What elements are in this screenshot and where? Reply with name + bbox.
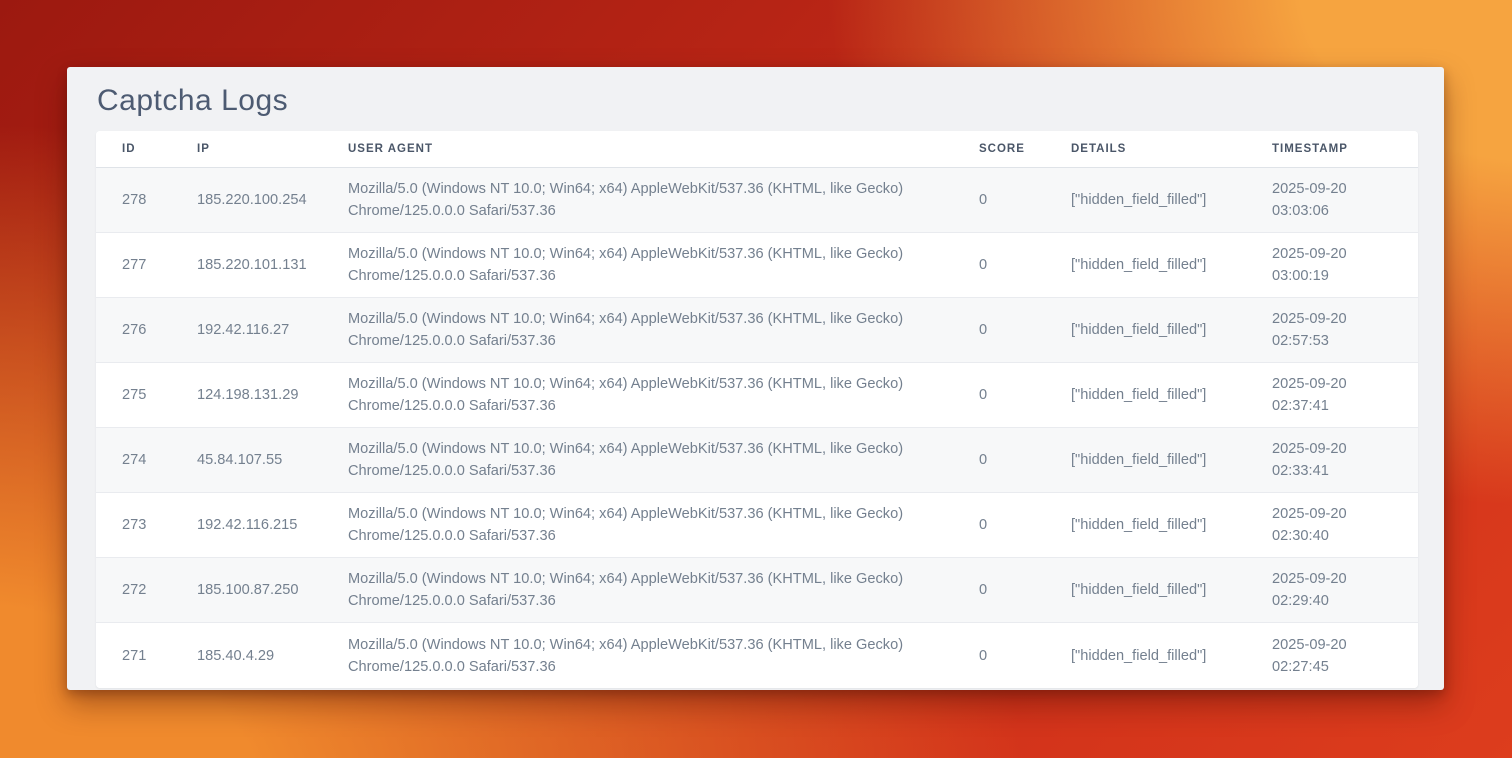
- cell-details: ["hidden_field_filled"]: [1045, 623, 1246, 688]
- cell-timestamp: 2025-09-20 03:00:19: [1246, 233, 1418, 298]
- cell-score: 0: [953, 363, 1045, 428]
- cell-score: 0: [953, 493, 1045, 558]
- cell-user-agent: Mozilla/5.0 (Windows NT 10.0; Win64; x64…: [322, 168, 953, 233]
- captcha-logs-table: ID IP USER AGENT SCORE DETAILS TIMESTAMP…: [96, 131, 1418, 688]
- cell-timestamp: 2025-09-20 02:29:40: [1246, 558, 1418, 623]
- cell-user-agent: Mozilla/5.0 (Windows NT 10.0; Win64; x64…: [322, 298, 953, 363]
- column-header-ip: IP: [171, 131, 322, 168]
- cell-score: 0: [953, 623, 1045, 688]
- cell-id: 274: [96, 428, 171, 493]
- table-row: 272 185.100.87.250 Mozilla/5.0 (Windows …: [96, 558, 1418, 623]
- cell-id: 273: [96, 493, 171, 558]
- cell-id: 275: [96, 363, 171, 428]
- cell-score: 0: [953, 428, 1045, 493]
- cell-id: 276: [96, 298, 171, 363]
- cell-ip: 192.42.116.215: [171, 493, 322, 558]
- page-background: { "card": { "title": "Captcha Logs" }, "…: [0, 0, 1512, 758]
- cell-details: ["hidden_field_filled"]: [1045, 168, 1246, 233]
- cell-ip: 124.198.131.29: [171, 363, 322, 428]
- table-header-row: ID IP USER AGENT SCORE DETAILS TIMESTAMP: [96, 131, 1418, 168]
- cell-ip: 192.42.116.27: [171, 298, 322, 363]
- cell-details: ["hidden_field_filled"]: [1045, 298, 1246, 363]
- page-title: Captcha Logs: [97, 81, 1418, 121]
- cell-id: 277: [96, 233, 171, 298]
- table-row: 271 185.40.4.29 Mozilla/5.0 (Windows NT …: [96, 623, 1418, 688]
- cell-ip: 185.220.101.131: [171, 233, 322, 298]
- cell-id: 278: [96, 168, 171, 233]
- table-row: 273 192.42.116.215 Mozilla/5.0 (Windows …: [96, 493, 1418, 558]
- cell-score: 0: [953, 233, 1045, 298]
- cell-details: ["hidden_field_filled"]: [1045, 363, 1246, 428]
- cell-timestamp: 2025-09-20 02:27:45: [1246, 623, 1418, 688]
- cell-details: ["hidden_field_filled"]: [1045, 233, 1246, 298]
- table-row: 277 185.220.101.131 Mozilla/5.0 (Windows…: [96, 233, 1418, 298]
- cell-timestamp: 2025-09-20 03:03:06: [1246, 168, 1418, 233]
- cell-user-agent: Mozilla/5.0 (Windows NT 10.0; Win64; x64…: [322, 428, 953, 493]
- cell-ip: 185.220.100.254: [171, 168, 322, 233]
- cell-timestamp: 2025-09-20 02:37:41: [1246, 363, 1418, 428]
- table-row: 274 45.84.107.55 Mozilla/5.0 (Windows NT…: [96, 428, 1418, 493]
- table-row: 276 192.42.116.27 Mozilla/5.0 (Windows N…: [96, 298, 1418, 363]
- cell-score: 0: [953, 168, 1045, 233]
- cell-score: 0: [953, 298, 1045, 363]
- cell-ip: 185.40.4.29: [171, 623, 322, 688]
- column-header-id: ID: [96, 131, 171, 168]
- table-row: 278 185.220.100.254 Mozilla/5.0 (Windows…: [96, 168, 1418, 233]
- cell-timestamp: 2025-09-20 02:57:53: [1246, 298, 1418, 363]
- cell-user-agent: Mozilla/5.0 (Windows NT 10.0; Win64; x64…: [322, 493, 953, 558]
- cell-id: 271: [96, 623, 171, 688]
- cell-user-agent: Mozilla/5.0 (Windows NT 10.0; Win64; x64…: [322, 233, 953, 298]
- cell-details: ["hidden_field_filled"]: [1045, 493, 1246, 558]
- column-header-score: SCORE: [953, 131, 1045, 168]
- cell-user-agent: Mozilla/5.0 (Windows NT 10.0; Win64; x64…: [322, 558, 953, 623]
- table-row: 275 124.198.131.29 Mozilla/5.0 (Windows …: [96, 363, 1418, 428]
- cell-user-agent: Mozilla/5.0 (Windows NT 10.0; Win64; x64…: [322, 363, 953, 428]
- captcha-logs-card: Captcha Logs ID IP USER AGENT SCORE DETA…: [67, 67, 1444, 690]
- cell-ip: 185.100.87.250: [171, 558, 322, 623]
- cell-details: ["hidden_field_filled"]: [1045, 428, 1246, 493]
- cell-id: 272: [96, 558, 171, 623]
- column-header-user-agent: USER AGENT: [322, 131, 953, 168]
- cell-timestamp: 2025-09-20 02:30:40: [1246, 493, 1418, 558]
- table-body: 278 185.220.100.254 Mozilla/5.0 (Windows…: [96, 168, 1418, 688]
- cell-details: ["hidden_field_filled"]: [1045, 558, 1246, 623]
- column-header-timestamp: TIMESTAMP: [1246, 131, 1418, 168]
- cell-score: 0: [953, 558, 1045, 623]
- column-header-details: DETAILS: [1045, 131, 1246, 168]
- cell-ip: 45.84.107.55: [171, 428, 322, 493]
- cell-user-agent: Mozilla/5.0 (Windows NT 10.0; Win64; x64…: [322, 623, 953, 688]
- cell-timestamp: 2025-09-20 02:33:41: [1246, 428, 1418, 493]
